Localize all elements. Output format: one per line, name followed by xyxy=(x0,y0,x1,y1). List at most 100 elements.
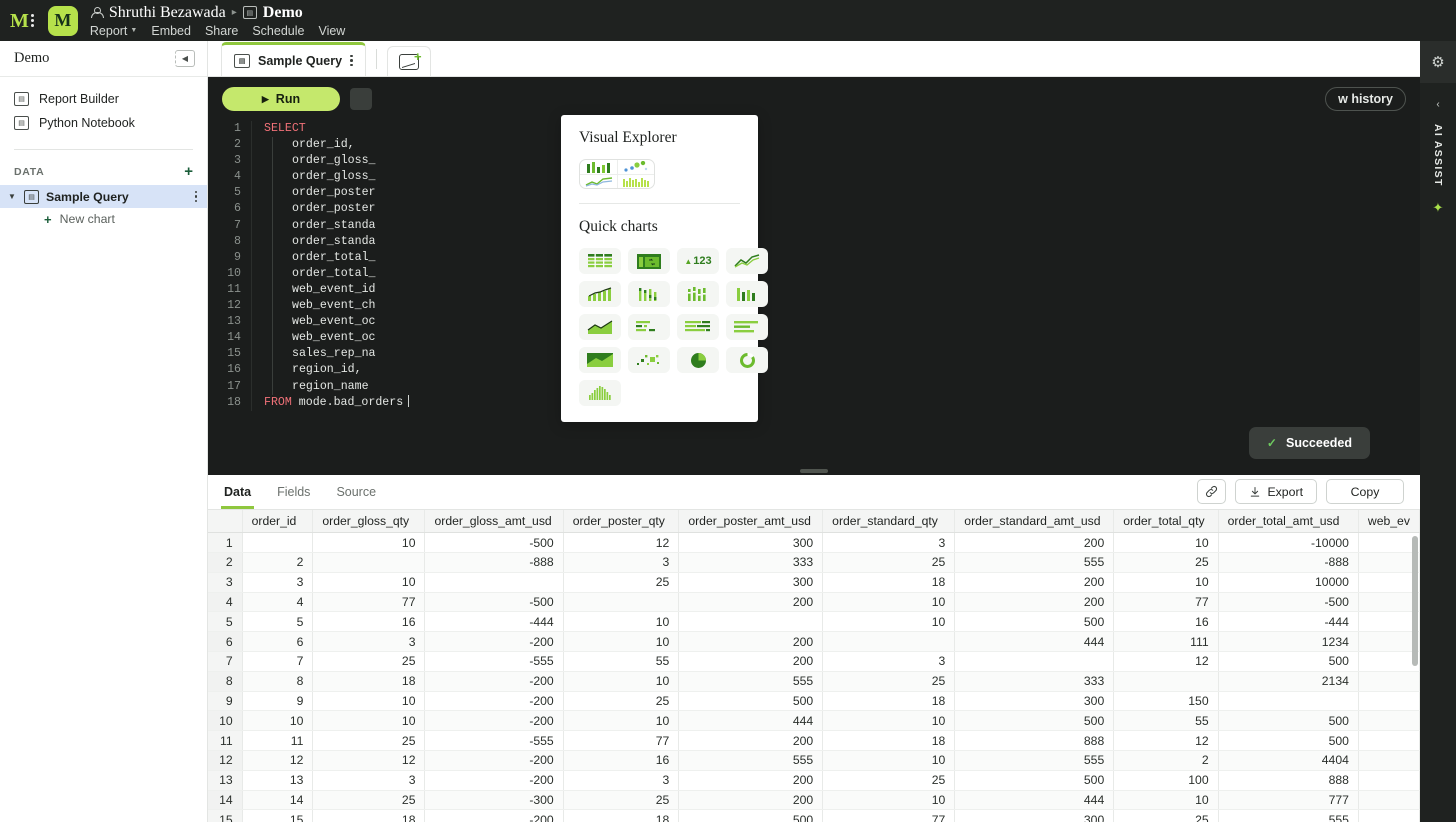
table-chart-icon[interactable] xyxy=(579,248,621,274)
table-cell[interactable]: 2 xyxy=(242,552,313,572)
table-cell[interactable]: 77 xyxy=(823,810,955,822)
table-cell[interactable] xyxy=(1114,671,1218,691)
table-cell[interactable]: 10 xyxy=(242,711,313,731)
table-cell[interactable]: -555 xyxy=(425,731,563,751)
table-cell[interactable]: 77 xyxy=(563,731,679,751)
table-cell[interactable]: 18 xyxy=(313,810,425,822)
table-cell[interactable]: 200 xyxy=(679,592,823,612)
table-cell[interactable]: 25 xyxy=(563,572,679,592)
table-row[interactable]: 9910-2002550018300150 xyxy=(208,691,1420,711)
table-cell[interactable]: 10 xyxy=(823,711,955,731)
table-cell[interactable] xyxy=(679,612,823,632)
add-data-button[interactable]: + xyxy=(184,164,193,179)
column-header-order-standard-amt-usd[interactable]: order_standard_amt_usd xyxy=(955,510,1114,533)
table-cell[interactable]: -444 xyxy=(1218,612,1358,632)
table-cell[interactable]: 3 xyxy=(823,533,955,553)
table-cell[interactable] xyxy=(1358,731,1419,751)
table-cell[interactable]: 500 xyxy=(1218,731,1358,751)
table-cell[interactable]: -200 xyxy=(425,750,563,770)
table-cell[interactable]: 18 xyxy=(563,810,679,822)
table-row[interactable]: 101010-200104441050055500 xyxy=(208,711,1420,731)
table-cell[interactable]: 25 xyxy=(823,671,955,691)
table-cell[interactable]: 18 xyxy=(823,731,955,751)
table-cell[interactable]: 10 xyxy=(313,691,425,711)
table-cell[interactable]: 16 xyxy=(1114,612,1218,632)
table-cell[interactable]: 3 xyxy=(563,770,679,790)
table-cell[interactable]: 1234 xyxy=(1218,632,1358,652)
table-cell[interactable]: 12 xyxy=(242,750,313,770)
logo-menu-dots-icon[interactable] xyxy=(31,14,34,27)
table-cell[interactable]: -300 xyxy=(425,790,563,810)
table-cell[interactable]: -200 xyxy=(425,632,563,652)
table-cell[interactable]: 4 xyxy=(242,592,313,612)
table-cell[interactable]: 555 xyxy=(679,750,823,770)
table-cell[interactable]: 18 xyxy=(313,671,425,691)
table-cell[interactable]: 500 xyxy=(1218,651,1358,671)
table-cell[interactable]: 55 xyxy=(1114,711,1218,731)
table-cell[interactable] xyxy=(823,632,955,652)
table-cell[interactable]: -200 xyxy=(425,770,563,790)
table-row[interactable]: 4477-5002001020077-500 xyxy=(208,592,1420,612)
table-cell[interactable]: -200 xyxy=(425,671,563,691)
tab-fields[interactable]: Fields xyxy=(277,475,310,509)
table-cell[interactable] xyxy=(1358,790,1419,810)
table-cell[interactable]: 8 xyxy=(242,671,313,691)
table-row[interactable]: 7725-55555200312500 xyxy=(208,651,1420,671)
table-cell[interactable]: 3 xyxy=(823,651,955,671)
table-row[interactable]: 8818-20010555253332134 xyxy=(208,671,1420,691)
table-cell[interactable]: 6 xyxy=(242,632,313,652)
table-cell[interactable]: -444 xyxy=(425,612,563,632)
table-cell[interactable] xyxy=(1358,572,1419,592)
mode-logo[interactable]: M xyxy=(10,11,34,31)
table-cell[interactable]: -500 xyxy=(1218,592,1358,612)
table-cell[interactable] xyxy=(1358,651,1419,671)
table-row[interactable]: 141425-300252001044410777 xyxy=(208,790,1420,810)
table-cell[interactable] xyxy=(563,592,679,612)
table-cell[interactable]: 333 xyxy=(955,671,1114,691)
table-cell[interactable]: 25 xyxy=(1114,552,1218,572)
table-row[interactable]: 22-88833332555525-888 xyxy=(208,552,1420,572)
tab-sample-query[interactable]: ▤ Sample Query xyxy=(221,42,366,76)
table-row[interactable]: 111125-555772001888812500 xyxy=(208,731,1420,751)
table-cell[interactable]: 200 xyxy=(679,731,823,751)
table-cell[interactable]: 200 xyxy=(955,533,1114,553)
export-button[interactable]: Export xyxy=(1235,479,1317,504)
column-header-order-gloss-qty[interactable]: order_gloss_qty xyxy=(313,510,425,533)
table-cell[interactable]: 500 xyxy=(955,770,1114,790)
table-cell[interactable]: 333 xyxy=(679,552,823,572)
table-row[interactable]: 663-200102004441111234 xyxy=(208,632,1420,652)
table-cell[interactable]: -200 xyxy=(425,691,563,711)
table-cell[interactable]: 200 xyxy=(955,592,1114,612)
pivot-table-icon[interactable] xyxy=(628,248,670,274)
table-cell[interactable]: -10000 xyxy=(1218,533,1358,553)
column-header-order-poster-qty[interactable]: order_poster_qty xyxy=(563,510,679,533)
table-cell[interactable]: -200 xyxy=(425,810,563,822)
chevron-down-icon[interactable]: ▼ xyxy=(8,192,17,201)
column-header-order-poster-amt-usd[interactable]: order_poster_amt_usd xyxy=(679,510,823,533)
sparkle-icon[interactable]: ✦ xyxy=(1433,200,1444,216)
table-cell[interactable]: 15 xyxy=(242,810,313,822)
tab-options-icon[interactable] xyxy=(350,55,353,67)
table-cell[interactable]: 300 xyxy=(955,691,1114,711)
table-cell[interactable]: 10 xyxy=(1114,790,1218,810)
table-cell[interactable]: -500 xyxy=(425,533,563,553)
histogram-icon[interactable] xyxy=(579,380,621,406)
table-cell[interactable]: 3 xyxy=(563,552,679,572)
table-cell[interactable] xyxy=(1358,770,1419,790)
table-cell[interactable] xyxy=(425,572,563,592)
table-cell[interactable]: 200 xyxy=(679,651,823,671)
table-cell[interactable]: 10 xyxy=(313,533,425,553)
donut-chart-icon[interactable] xyxy=(726,347,768,373)
table-cell[interactable]: 12 xyxy=(313,750,425,770)
table-cell[interactable]: 18 xyxy=(823,572,955,592)
table-row[interactable]: 110-50012300320010-10000 xyxy=(208,533,1420,553)
table-cell[interactable]: 888 xyxy=(1218,770,1358,790)
table-cell[interactable]: 25 xyxy=(563,790,679,810)
column-header-web-event[interactable]: web_ev xyxy=(1358,510,1419,533)
table-cell[interactable]: 7 xyxy=(242,651,313,671)
table-cell[interactable]: 777 xyxy=(1218,790,1358,810)
table-cell[interactable]: 10 xyxy=(563,671,679,691)
query-options-icon[interactable] xyxy=(195,191,198,203)
table-cell[interactable]: 12 xyxy=(563,533,679,553)
run-button[interactable]: ▶ Run xyxy=(222,87,340,111)
